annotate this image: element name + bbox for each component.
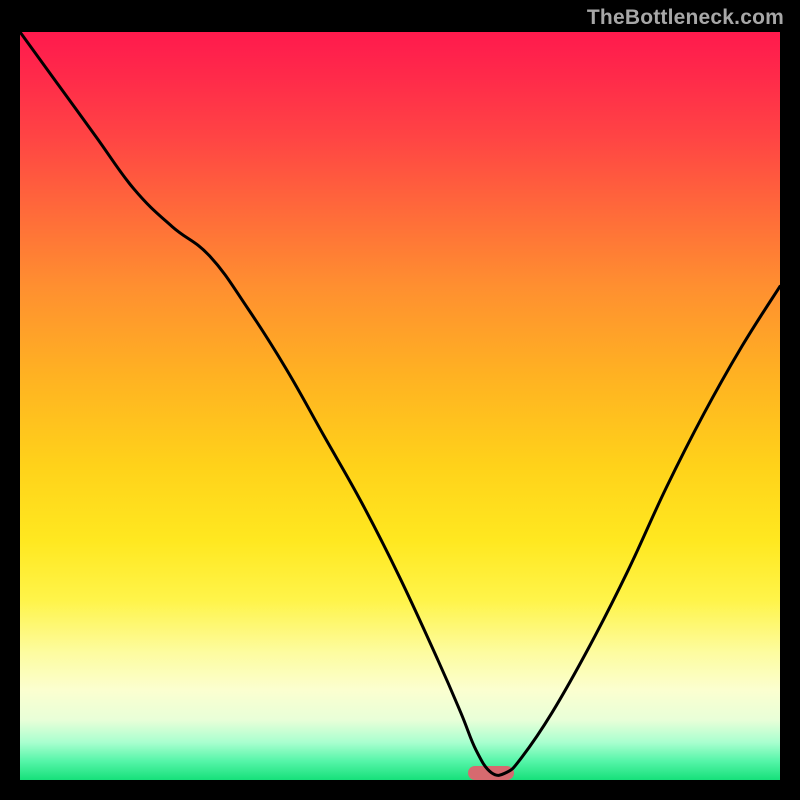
bottleneck-curve (20, 32, 780, 780)
watermark-text: TheBottleneck.com (587, 6, 784, 30)
chart-frame: TheBottleneck.com (0, 0, 800, 800)
plot-area (20, 32, 780, 780)
